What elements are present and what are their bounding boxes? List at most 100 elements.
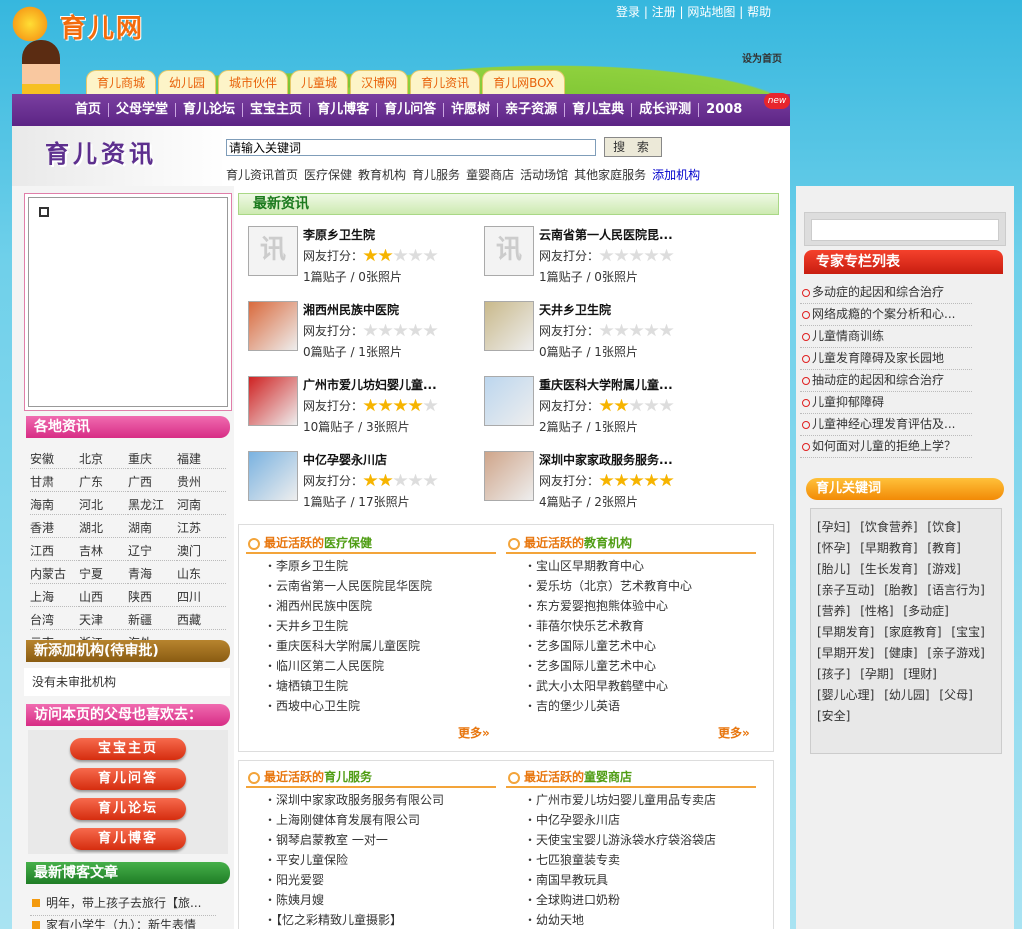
- region-item[interactable]: 山东: [177, 565, 226, 584]
- region-item[interactable]: 内蒙古: [30, 565, 79, 584]
- region-item[interactable]: 海南: [30, 496, 79, 515]
- list-item[interactable]: 天使宝宝婴儿游泳袋水疗袋浴袋店: [524, 830, 716, 850]
- nav-2008[interactable]: 2008: [699, 103, 749, 117]
- card-name[interactable]: 天井乡卫生院: [539, 301, 611, 318]
- cat-medical[interactable]: 医疗保健: [304, 166, 352, 183]
- list-item[interactable]: 如何面对儿童的拒绝上学？: [800, 436, 972, 458]
- card-photo[interactable]: [484, 451, 534, 501]
- region-item[interactable]: 江苏: [177, 519, 226, 538]
- education-more-link[interactable]: 更多»: [718, 724, 750, 741]
- help-link[interactable]: 帮助: [747, 5, 771, 19]
- region-item[interactable]: 贵州: [177, 473, 226, 492]
- news-card[interactable]: 讯李原乡卫生院 网友打分： 1篇贴子 / 0张照片: [248, 226, 478, 292]
- keyword-link[interactable]: [饮食营养]: [860, 520, 917, 534]
- keyword-link[interactable]: [营养]: [817, 604, 850, 618]
- region-item[interactable]: 黑龙江: [128, 496, 177, 515]
- nav-blog[interactable]: 育儿博客: [310, 103, 378, 117]
- region-item[interactable]: 河南: [177, 496, 226, 515]
- card-photo[interactable]: [484, 301, 534, 351]
- placeholder-thumb[interactable]: 讯: [484, 226, 534, 276]
- list-item[interactable]: 塘栖镇卫生院: [264, 676, 432, 696]
- region-item[interactable]: 辽宁: [128, 542, 177, 561]
- list-item[interactable]: 武大小太阳早教鹤壁中心: [524, 676, 692, 696]
- news-card[interactable]: 中亿孕婴永川店 网友打分： 1篇贴子 / 17张照片: [248, 451, 478, 517]
- region-item[interactable]: 重庆: [128, 450, 177, 469]
- keyword-link[interactable]: [早期开发]: [817, 646, 874, 660]
- region-item[interactable]: 香港: [30, 519, 79, 538]
- keyword-link[interactable]: [理财]: [903, 667, 936, 681]
- list-item[interactable]: 南国早教玩具: [524, 870, 716, 890]
- tab-city-partner[interactable]: 城市伙伴: [218, 70, 289, 94]
- news-card[interactable]: 深圳中家家政服务服务... 网友打分： 4篇贴子 / 2张照片: [484, 451, 714, 517]
- list-item[interactable]: 多动症的起因和综合治疗: [800, 282, 972, 304]
- keyword-link[interactable]: [孩子]: [817, 667, 850, 681]
- cat-other[interactable]: 其他家庭服务: [574, 166, 646, 183]
- list-item[interactable]: 重庆医科大学附属儿童医院: [264, 636, 432, 656]
- keyword-link[interactable]: [游戏]: [927, 562, 960, 576]
- list-item[interactable]: 儿童神经心理发育评估及...: [800, 414, 972, 436]
- keyword-link[interactable]: [胎教]: [884, 583, 917, 597]
- region-item[interactable]: 江西: [30, 542, 79, 561]
- keyword-link[interactable]: [安全]: [817, 709, 850, 723]
- baby-home-button[interactable]: 宝宝主页: [70, 738, 186, 760]
- card-name[interactable]: 中亿孕婴永川店: [303, 451, 387, 468]
- nav-baby-home[interactable]: 宝宝主页: [243, 103, 311, 117]
- list-item[interactable]: 中亿孕婴永川店: [524, 810, 716, 830]
- search-input[interactable]: [226, 139, 596, 156]
- nav-parents-school[interactable]: 父母学堂: [109, 103, 177, 117]
- region-item[interactable]: 台湾: [30, 611, 79, 630]
- nav-forum[interactable]: 育儿论坛: [176, 103, 244, 117]
- keyword-link[interactable]: [语言行为]: [927, 583, 984, 597]
- list-item[interactable]: 钢琴启蒙教室 一对一: [264, 830, 444, 850]
- region-item[interactable]: 广东: [79, 473, 128, 492]
- list-item[interactable]: 宝山区早期教育中心: [524, 556, 692, 576]
- region-item[interactable]: 天津: [79, 611, 128, 630]
- qa-button[interactable]: 育儿问答: [70, 768, 186, 790]
- list-item[interactable]: 【忆之彩精致儿童摄影】: [264, 910, 444, 929]
- tab-hanbo[interactable]: 汉博网: [350, 70, 409, 94]
- keyword-link[interactable]: [早期教育]: [860, 541, 917, 555]
- region-item[interactable]: 青海: [128, 565, 177, 584]
- region-item[interactable]: 甘肃: [30, 473, 79, 492]
- list-item[interactable]: 东方爱婴抱抱熊体验中心: [524, 596, 692, 616]
- list-item[interactable]: 阳光爱婴: [264, 870, 444, 890]
- keyword-link[interactable]: [婴儿心理]: [817, 688, 874, 702]
- list-item[interactable]: 幼幼天地: [524, 910, 716, 929]
- card-photo[interactable]: [484, 376, 534, 426]
- list-item[interactable]: 李原乡卫生院: [264, 556, 432, 576]
- keyword-link[interactable]: [孕期]: [860, 667, 893, 681]
- keyword-link[interactable]: [宝宝]: [951, 625, 984, 639]
- keyword-link[interactable]: [家庭教育]: [884, 625, 941, 639]
- list-item[interactable]: 临川区第二人民医院: [264, 656, 432, 676]
- nav-assessment[interactable]: 成长评测: [632, 103, 700, 117]
- keyword-link[interactable]: [饮食]: [927, 520, 960, 534]
- list-item[interactable]: 爱乐坊（北京）艺术教育中心: [524, 576, 692, 596]
- list-item[interactable]: 艺多国际儿童艺术中心: [524, 656, 692, 676]
- list-item[interactable]: 菲蓓尔快乐艺术教育: [524, 616, 692, 636]
- news-card[interactable]: 重庆医科大学附属儿童... 网友打分： 2篇贴子 / 1张照片: [484, 376, 714, 442]
- list-item[interactable]: 儿童发育障碍及家长园地: [800, 348, 972, 370]
- list-item[interactable]: 上海刚健体育发展有限公司: [264, 810, 444, 830]
- right-search-field[interactable]: [811, 219, 999, 241]
- keyword-link[interactable]: [怀孕]: [817, 541, 850, 555]
- region-item[interactable]: 新疆: [128, 611, 177, 630]
- card-photo[interactable]: [248, 301, 298, 351]
- keyword-link[interactable]: [早期发育]: [817, 625, 874, 639]
- nav-qa[interactable]: 育儿问答: [377, 103, 445, 117]
- tab-news[interactable]: 育儿资讯: [410, 70, 481, 94]
- list-item[interactable]: 七匹狼童装专卖: [524, 850, 716, 870]
- cat-shop[interactable]: 童婴商店: [466, 166, 514, 183]
- card-name[interactable]: 广州市爱儿坊妇婴儿童...: [303, 376, 437, 393]
- list-item[interactable]: 儿童抑郁障碍: [800, 392, 972, 414]
- keyword-link[interactable]: [幼儿园]: [884, 688, 929, 702]
- list-item[interactable]: 云南省第一人民医院昆华医院: [264, 576, 432, 596]
- forum-button[interactable]: 育儿论坛: [70, 798, 186, 820]
- card-name[interactable]: 湘西州民族中医院: [303, 301, 399, 318]
- list-item[interactable]: 吉的堡少儿英语: [524, 696, 692, 716]
- register-link[interactable]: 注册: [652, 5, 676, 19]
- region-item[interactable]: 西藏: [177, 611, 226, 630]
- list-item[interactable]: 全球购进口奶粉: [524, 890, 716, 910]
- keyword-link[interactable]: [胎儿]: [817, 562, 850, 576]
- set-home-link[interactable]: 设为首页: [742, 50, 782, 65]
- card-name[interactable]: 李原乡卫生院: [303, 226, 375, 243]
